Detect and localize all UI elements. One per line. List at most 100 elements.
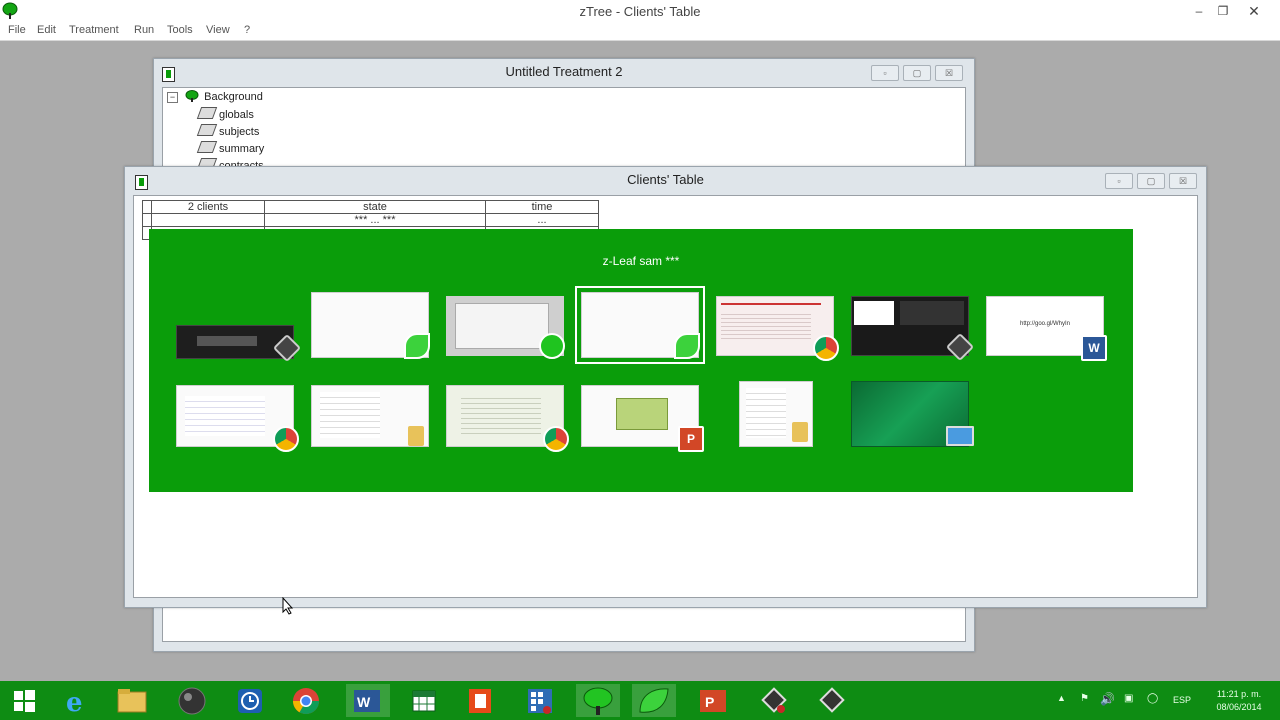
thumb-chrome-page[interactable]: [716, 296, 839, 361]
restore-button[interactable]: ❐: [1212, 2, 1234, 20]
taskbar-explorer[interactable]: [110, 684, 154, 717]
menu-run[interactable]: Run: [134, 24, 154, 36]
clients-maximize-button[interactable]: ▢: [1137, 173, 1165, 189]
calculator-icon: [528, 689, 552, 714]
ie-icon: e: [66, 688, 83, 718]
taskbar-ztree[interactable]: [576, 684, 620, 717]
collapse-icon[interactable]: −: [167, 92, 178, 103]
clients-minimize-button[interactable]: ▫: [1105, 173, 1133, 189]
tray-date[interactable]: 08/06/2014: [1208, 702, 1270, 712]
menu-help[interactable]: ?: [244, 24, 250, 36]
ztree-badge-icon: [272, 333, 302, 363]
tree-root-label: Background: [204, 91, 263, 103]
tray-volume-icon[interactable]: 🔊: [1100, 692, 1115, 706]
taskbar-clock-app[interactable]: [228, 684, 272, 717]
thumb-content: [900, 301, 964, 325]
column-header-state[interactable]: state: [264, 200, 486, 214]
thumb-zleaf-selected[interactable]: [575, 286, 705, 364]
thumb-content: [746, 388, 786, 438]
svg-text:W: W: [357, 694, 371, 710]
task-switcher: z-Leaf sam *** http://goo.gl/WhyIn W P: [149, 229, 1133, 492]
treatment-window-title: Untitled Treatment 2: [505, 64, 623, 79]
tray-overflow-icon[interactable]: ▲: [1057, 693, 1066, 703]
menu-treatment[interactable]: Treatment: [69, 24, 119, 36]
thumb-content: [197, 336, 257, 346]
thumb-powerpoint[interactable]: P: [581, 385, 704, 452]
thumb-desktop[interactable]: [851, 381, 974, 447]
taskbar-word[interactable]: W: [346, 684, 390, 717]
menu-view[interactable]: View: [206, 24, 230, 36]
tree-node-globals[interactable]: globals: [196, 107, 254, 121]
treatment-close-button[interactable]: ☒: [935, 65, 963, 81]
taskbar-video[interactable]: [810, 684, 854, 717]
start-icon: [14, 690, 35, 712]
taskbar-media[interactable]: [170, 684, 214, 717]
word-icon: W: [354, 690, 380, 712]
thumb-content: [721, 303, 821, 305]
thumb-content: [185, 396, 265, 436]
tray-network-icon[interactable]: ▣: [1124, 693, 1133, 704]
table-icon: [196, 107, 218, 119]
thumb-explorer[interactable]: [311, 385, 429, 447]
menu-edit[interactable]: Edit: [37, 24, 56, 36]
taskbar-office[interactable]: [458, 684, 502, 717]
tree-node-subjects[interactable]: subjects: [196, 124, 260, 138]
zleaf-icon: [639, 688, 669, 713]
treatment-maximize-button[interactable]: ▢: [903, 65, 931, 81]
thumb-ztree-window[interactable]: [446, 296, 565, 359]
treatment-minimize-button[interactable]: ▫: [871, 65, 899, 81]
clients-close-button[interactable]: ☒: [1169, 173, 1197, 189]
taskbar-powerpoint[interactable]: P: [692, 684, 736, 717]
chrome-icon: [543, 426, 569, 452]
clients-doc-icon: [135, 175, 148, 190]
table-cell[interactable]: *** ... ***: [264, 213, 486, 227]
thumb-chrome-forum[interactable]: [446, 385, 569, 452]
minimize-button[interactable]: –: [1188, 2, 1210, 20]
tray-language[interactable]: ESP: [1173, 695, 1191, 705]
taskbar-ie[interactable]: e: [54, 684, 98, 718]
menu-tools[interactable]: Tools: [167, 24, 193, 36]
thumb-chrome-list[interactable]: [176, 385, 299, 452]
column-header-time[interactable]: time: [485, 200, 599, 214]
table-cell[interactable]: [151, 213, 265, 227]
thumb-content: [721, 311, 811, 341]
tree-node-background[interactable]: − Background: [167, 90, 263, 103]
taskbar-ztree-badge[interactable]: [752, 684, 796, 717]
treatment-doc-icon: [162, 67, 175, 82]
chrome-icon: [273, 426, 299, 452]
table-row[interactable]: *** ... *** ...: [142, 213, 599, 227]
thumb-word-doc[interactable]: http://goo.gl/WhyIn W: [986, 296, 1107, 361]
thumb-blank-zleaf[interactable]: [311, 292, 430, 359]
close-button[interactable]: ✕: [1243, 2, 1265, 20]
column-header-clients[interactable]: 2 clients: [151, 200, 265, 214]
thumb-explorer-2[interactable]: [739, 381, 813, 447]
leaf-icon: [674, 333, 700, 359]
taskbar-chrome[interactable]: [284, 684, 328, 717]
table-header-row: 2 clients state time: [142, 200, 599, 214]
tree-node-label: globals: [219, 109, 254, 121]
thumb-content: [320, 392, 380, 438]
svg-text:e: e: [66, 688, 83, 717]
table-icon: [196, 124, 218, 136]
ztree-icon: [583, 687, 613, 715]
tray-security-icon[interactable]: ◯: [1147, 693, 1158, 704]
tree-node-summary[interactable]: summary: [196, 141, 265, 155]
clients-window-title: Clients' Table: [627, 172, 704, 187]
excel-icon: [412, 690, 436, 712]
app-title: zTree - Clients' Table: [579, 4, 701, 19]
tray-flag-icon[interactable]: ⚑: [1080, 693, 1089, 704]
thumb-video-editor[interactable]: [851, 296, 975, 362]
taskbar: e W P ▲ ⚑ 🔊 ▣ ◯ ESP 11:21 p. m. 08/06/20…: [0, 681, 1280, 720]
tree-node-label: summary: [219, 143, 265, 155]
tray-time[interactable]: 11:21 p. m.: [1208, 689, 1270, 699]
taskbar-zleaf[interactable]: [632, 684, 676, 717]
tree-green-icon: [185, 90, 199, 102]
menu-file[interactable]: File: [8, 24, 26, 36]
start-button[interactable]: [2, 684, 46, 717]
tree-node-label: subjects: [219, 126, 260, 138]
app-titlebar: zTree - Clients' Table – ❐ ✕: [0, 0, 1280, 22]
taskbar-excel[interactable]: [402, 684, 446, 717]
thumb-dark-app[interactable]: [176, 325, 302, 363]
taskbar-calculator[interactable]: [518, 684, 562, 717]
table-cell[interactable]: ...: [485, 213, 599, 227]
